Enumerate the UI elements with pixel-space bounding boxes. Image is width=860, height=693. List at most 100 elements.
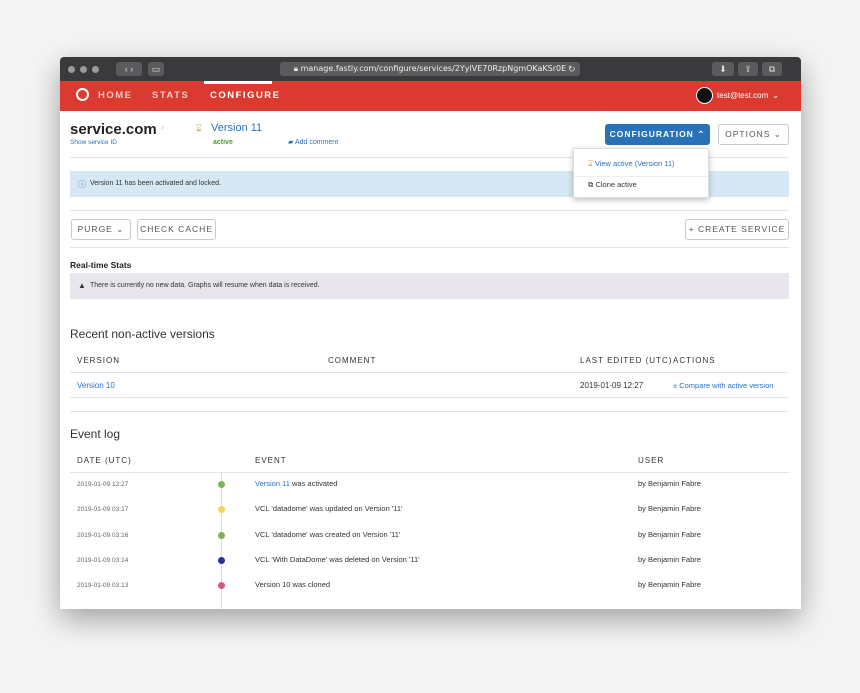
user-menu[interactable]: test@test.com ⌄ [696, 87, 779, 104]
nav-home[interactable]: HOME [98, 90, 133, 101]
no-data-text: There is currently no new data. Graphs w… [90, 282, 320, 289]
event-text: Version 10 was cloned [255, 580, 330, 589]
configuration-dropdown: ⌛︎ View active (Version 11) ⧉ Clone acti… [573, 148, 709, 198]
create-service-button[interactable]: + CREATE SERVICE [685, 219, 789, 240]
realtime-stats-title: Real-time Stats [70, 260, 132, 270]
user-email: test@test.com [717, 91, 769, 100]
zoom-window-icon[interactable] [92, 66, 99, 73]
chevron-up-icon: ⌃ [697, 129, 706, 139]
divider [574, 176, 708, 177]
back-forward-icon[interactable]: ‹ › [116, 62, 142, 76]
options-label: OPTIONS [725, 129, 771, 139]
browser-titlebar: ‹ › ▭ 🔒︎ manage.fastly.com/configure/ser… [60, 57, 801, 81]
event-user: by Benjamin Fabre [638, 580, 701, 590]
timeline-dot [218, 481, 225, 488]
event-date: 2019-01-09 03:16 [77, 531, 129, 539]
event-text: VCL 'With DataDome' was deleted on Versi… [255, 555, 420, 564]
event-date: 2019-01-09 03:17 [77, 506, 129, 514]
timeline-dot [218, 531, 225, 539]
divider [70, 411, 789, 412]
compare-label: Compare with active version [679, 381, 774, 390]
event-description: was activated [289, 479, 338, 488]
view-active-label: View active (Version 11) [594, 159, 675, 168]
downloads-icon[interactable]: ⬇ [712, 62, 734, 76]
timeline-dot [218, 556, 225, 564]
col-last-edited: LAST EDITED (UTC) [580, 356, 673, 365]
show-service-id-link[interactable]: Show service ID [70, 139, 117, 146]
minimize-window-icon[interactable] [80, 66, 87, 73]
event-date: 2019-01-09 12:27 [77, 481, 129, 488]
divider [70, 397, 789, 398]
divider [70, 247, 789, 248]
purge-label: PURGE [77, 224, 113, 234]
tabs-icon[interactable]: ⧉ [762, 62, 782, 76]
clone-active-label: Clone active [595, 180, 637, 189]
event-text: VCL 'datadome' was updated on Version '1… [255, 504, 403, 513]
chevron-down-icon: ⌄ [773, 129, 782, 139]
version-status: active [213, 139, 233, 146]
event-description: VCL 'With DataDome' was deleted on Versi… [255, 554, 420, 564]
nav-configure[interactable]: CONFIGURE [210, 90, 281, 101]
alert-text: Version 11 has been activated and locked… [90, 180, 222, 187]
event-log-title: Event log [70, 427, 121, 441]
info-icon: ⓘ [78, 180, 86, 189]
event-description: Version 10 was cloned [255, 580, 331, 590]
clone-icon: ⧉ [588, 180, 594, 189]
service-info-icon[interactable]: ◦ [161, 123, 164, 132]
fastly-logo-icon[interactable] [76, 88, 89, 101]
warning-icon: ▲ [78, 281, 86, 290]
version-10-link[interactable]: Version 10 [77, 381, 115, 390]
divider [70, 472, 789, 473]
compare-link[interactable]: ± Compare with active version [673, 381, 773, 390]
service-name: service.com [70, 121, 157, 138]
col-actions: ACTIONS [673, 356, 716, 365]
event-description: VCL 'datadome' was updated on Version '1… [255, 504, 403, 514]
col-user: USER [638, 456, 665, 465]
share-icon[interactable]: ⇪ [738, 62, 758, 76]
clone-active-item[interactable]: ⧉ Clone active [588, 180, 637, 190]
add-comment-button[interactable]: ▰ Add comment [288, 138, 338, 146]
divider [70, 210, 789, 211]
top-nav: HOME STATS CONFIGURE test@test.com ⌄ [60, 81, 801, 111]
comment-icon: ▰ [288, 139, 294, 146]
browser-window: ‹ › ▭ 🔒︎ manage.fastly.com/configure/ser… [60, 57, 801, 609]
event-date: 2019-01-09 03:13 [77, 582, 129, 590]
check-cache-button[interactable]: CHECK CACHE [137, 219, 216, 240]
view-active-item[interactable]: ⌛︎ View active (Version 11) [588, 159, 675, 169]
lock-icon: 🔒︎ [293, 64, 299, 73]
col-version: VERSION [77, 356, 121, 365]
col-date: DATE (UTC) [77, 456, 132, 465]
event-text: VCL 'datadome' was created on Version '1… [255, 530, 400, 539]
version-label[interactable]: Version 11 [211, 122, 262, 134]
event-date: 2019-01-09 03:14 [77, 556, 129, 564]
col-event: EVENT [255, 456, 287, 465]
col-comment: COMMENT [328, 356, 377, 365]
divider [70, 372, 789, 373]
address-bar[interactable]: 🔒︎ manage.fastly.com/configure/services/… [280, 62, 580, 76]
timeline-dot [218, 582, 225, 590]
avatar [696, 87, 714, 104]
version-10-edited: 2019-01-09 12:27 [580, 381, 644, 390]
options-button[interactable]: OPTIONS ⌄ [718, 124, 789, 145]
add-comment-label: Add comment [294, 139, 339, 146]
event-user: by Benjamin Fabre [638, 554, 701, 564]
hourglass-icon: ⌛︎ [196, 123, 202, 133]
window-controls [68, 66, 99, 73]
event-user: by Benjamin Fabre [638, 479, 701, 488]
active-tab-indicator [204, 81, 272, 84]
purge-button[interactable]: PURGE ⌄ [71, 219, 131, 240]
configuration-label: CONFIGURATION [609, 129, 694, 139]
hourglass-icon: ⌛︎ [588, 159, 593, 168]
event-version-link[interactable]: Version 11 [255, 479, 290, 488]
recent-versions-title: Recent non-active versions [70, 327, 215, 341]
nav-stats[interactable]: STATS [152, 90, 189, 101]
compare-icon: ± [673, 381, 678, 390]
event-text: Version 11 was activated [255, 479, 337, 488]
configuration-button[interactable]: CONFIGURATION ⌃ [605, 124, 710, 145]
reload-icon[interactable]: ↻ [568, 62, 576, 76]
event-user: by Benjamin Fabre [638, 504, 701, 514]
timeline-dot [218, 506, 225, 514]
sidebar-icon[interactable]: ▭ [148, 62, 164, 76]
close-window-icon[interactable] [68, 66, 75, 73]
event-user: by Benjamin Fabre [638, 529, 701, 539]
